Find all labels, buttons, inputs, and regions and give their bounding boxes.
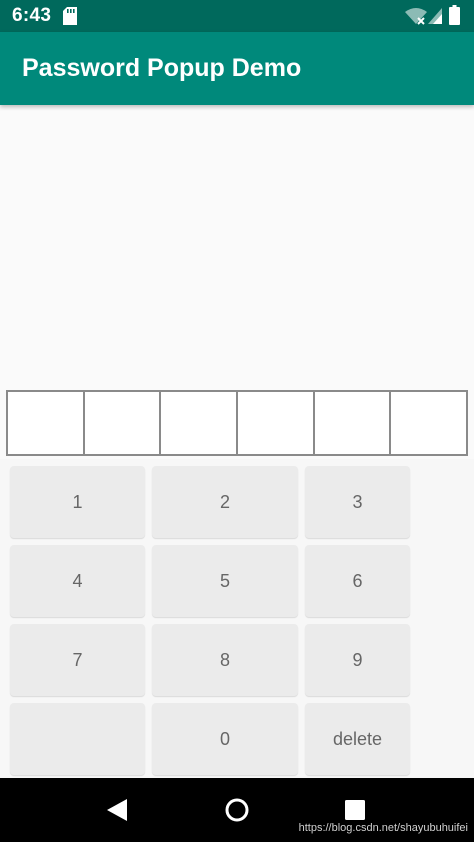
back-icon[interactable] (107, 799, 127, 821)
watermark-text: https://blog.csdn.net/shayubuhuifei (298, 822, 468, 834)
key-8-button[interactable]: 8 (152, 624, 298, 696)
key-0-button[interactable]: 0 (152, 703, 298, 775)
key-6-button[interactable]: 6 (305, 545, 410, 617)
status-bar: 6:43 (0, 0, 474, 32)
recents-icon[interactable] (345, 800, 365, 820)
password-digit-box[interactable] (82, 390, 162, 456)
battery-icon (449, 5, 460, 25)
key-4-button[interactable]: 4 (10, 545, 145, 617)
key-blank-button (10, 703, 145, 775)
key-1-button[interactable]: 1 (10, 466, 145, 538)
password-input-row[interactable] (6, 390, 469, 456)
status-time: 6:43 (12, 5, 52, 26)
password-digit-box[interactable] (312, 390, 392, 456)
app-title: Password Popup Demo (22, 54, 302, 82)
cell-signal-icon (428, 8, 442, 24)
home-icon[interactable] (225, 798, 249, 822)
content-area (0, 105, 474, 390)
wifi-off-icon (405, 8, 427, 25)
password-digit-box[interactable] (6, 390, 85, 456)
navigation-bar: https://blog.csdn.net/shayubuhuifei (0, 778, 474, 842)
screen: 6:43 Password Popup Demo 1 2 3 4 5 6 7 8… (0, 0, 474, 842)
password-digit-box[interactable] (236, 390, 315, 456)
numeric-keypad: 1 2 3 4 5 6 7 8 9 0 delete (0, 459, 474, 778)
app-bar: Password Popup Demo (0, 32, 474, 105)
delete-button[interactable]: delete (305, 703, 410, 775)
key-9-button[interactable]: 9 (305, 624, 410, 696)
sd-card-icon (63, 7, 77, 25)
password-digit-box[interactable] (389, 390, 469, 456)
key-3-button[interactable]: 3 (305, 466, 410, 538)
key-5-button[interactable]: 5 (152, 545, 298, 617)
key-7-button[interactable]: 7 (10, 624, 145, 696)
password-digit-box[interactable] (159, 390, 239, 456)
key-2-button[interactable]: 2 (152, 466, 298, 538)
